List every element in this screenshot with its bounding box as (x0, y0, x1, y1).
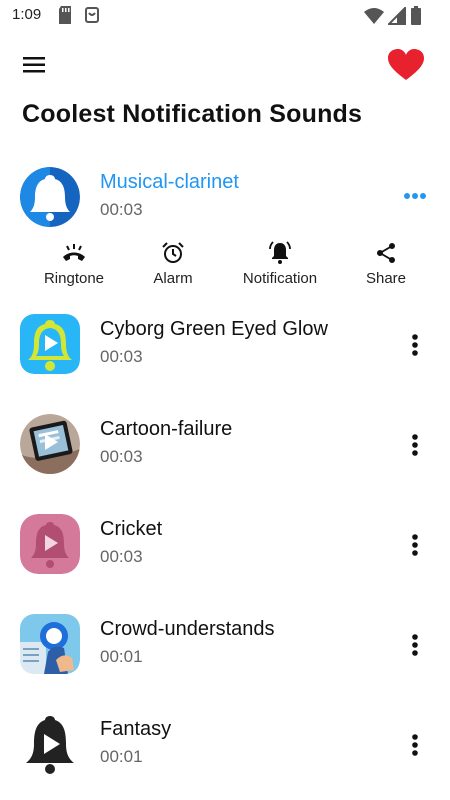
notification-action-button[interactable]: Notification (236, 240, 324, 287)
app-notification-icon (85, 7, 99, 23)
sound-duration: 00:01 (100, 647, 143, 666)
sound-duration: 00:03 (100, 200, 143, 219)
sound-name: Fantasy (100, 718, 172, 740)
more-vertical-icon[interactable] (402, 330, 428, 360)
sound-name: Cricket (100, 518, 163, 540)
share-action-button[interactable]: Share (363, 240, 409, 287)
sound-actions-row: Ringtone Alarm Notification Share (0, 240, 450, 296)
sound-duration: 00:03 (100, 547, 143, 566)
status-right-icons (364, 6, 422, 26)
phone-ringtone-icon (61, 240, 87, 266)
battery-icon (411, 6, 421, 25)
share-icon (373, 240, 399, 266)
ringtone-action-button[interactable]: Ringtone (41, 240, 107, 287)
yellow-bell-play-icon (20, 314, 80, 374)
blue-illustration-icon (20, 614, 80, 674)
sound-list-item[interactable]: Cyborg Green Eyed Glow 00:03 (0, 314, 450, 404)
sound-duration: 00:03 (100, 447, 143, 466)
heart-icon[interactable] (386, 48, 426, 82)
alarm-clock-icon (160, 240, 186, 266)
wifi-icon (364, 8, 384, 24)
action-label: Share (365, 270, 407, 287)
more-vertical-icon[interactable] (402, 530, 428, 560)
action-label: Ringtone (43, 270, 105, 287)
status-time: 1:09 (12, 6, 42, 23)
sound-name: Musical-clarinet (100, 171, 239, 193)
pink-bell-play-icon (20, 514, 80, 574)
sound-duration: 00:01 (100, 747, 143, 766)
more-vertical-icon[interactable] (402, 430, 428, 460)
more-vertical-icon[interactable] (402, 630, 428, 660)
alarm-action-button[interactable]: Alarm (148, 240, 198, 287)
app-bar (0, 40, 450, 90)
blue-bell-icon (20, 167, 80, 227)
action-label: Alarm (153, 270, 193, 287)
sound-list-item[interactable]: Fantasy 00:01 (0, 714, 450, 800)
status-bar: 1:09 (0, 0, 450, 32)
phone-photo-play-icon (20, 414, 80, 474)
signal-icon (388, 7, 406, 25)
sound-list-item[interactable]: Cartoon-failure 00:03 (0, 414, 450, 504)
sound-name: Crowd-understands (100, 618, 275, 640)
action-label: Notification (242, 270, 318, 287)
more-horizontal-icon[interactable] (402, 181, 428, 211)
sd-card-icon (59, 6, 71, 24)
more-vertical-icon[interactable] (402, 730, 428, 760)
sound-name: Cyborg Green Eyed Glow (100, 318, 328, 340)
hamburger-menu-icon[interactable] (20, 52, 50, 78)
sound-list-item[interactable]: Cricket 00:03 (0, 514, 450, 604)
black-bell-play-icon (20, 714, 80, 774)
notification-bell-icon (267, 240, 293, 266)
page-title: Coolest Notification Sounds (22, 100, 363, 128)
status-left-icons (58, 6, 100, 24)
sound-list-item[interactable]: Crowd-understands 00:01 (0, 614, 450, 704)
sound-name: Cartoon-failure (100, 418, 233, 440)
sound-duration: 00:03 (100, 347, 143, 366)
